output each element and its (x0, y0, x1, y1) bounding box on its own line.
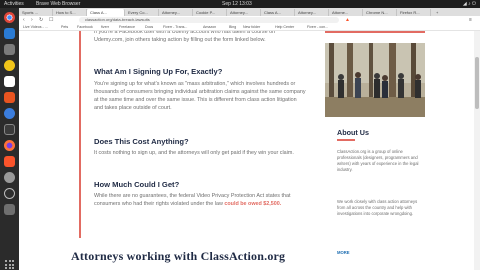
tab[interactable]: Cookie P... (193, 9, 227, 16)
dock (0, 8, 19, 270)
bookmark-item[interactable]: Amazon (203, 25, 216, 30)
bookmark-item[interactable]: Fiverr - con... (307, 25, 328, 30)
sidebar: About Us ClassAction.org is a group of o… (325, 31, 425, 270)
writer-icon[interactable] (4, 76, 15, 87)
section-body: While there are no guarantees, the feder… (94, 192, 306, 208)
bookmarks-bar: Live Videos - ... Pets Facebook fiverr F… (19, 24, 480, 31)
url-text: classaction.org/data-breach-lawsuits (85, 17, 150, 22)
brave-icon[interactable] (4, 156, 15, 167)
section-heading: How Much Could I Get? (94, 180, 180, 189)
bookmark-item[interactable]: Docs (145, 25, 153, 30)
app-menu[interactable]: Brave Web Browser (36, 0, 80, 8)
tab[interactable]: Class A... (261, 9, 295, 16)
section-heading: Does This Cost Anything? (94, 137, 189, 146)
bookmark-icon[interactable]: ☐ (49, 17, 53, 23)
os-top-bar: Activities Brave Web Browser Sep 12 13:0… (0, 0, 480, 8)
tab-bar: Sports ... How to S... Class A... Every … (19, 8, 480, 16)
section-subtitle-cropped (71, 264, 301, 270)
show-applications-icon[interactable] (5, 260, 14, 269)
tab[interactable]: Firefox R... (397, 9, 431, 16)
bookmark-item[interactable]: fiverr (101, 25, 109, 30)
page-scrollbar[interactable] (474, 31, 480, 270)
intro-paragraph: If you're a Facebook user with a Udemy a… (94, 31, 276, 43)
rhythmbox-icon[interactable] (4, 60, 15, 71)
terminal-icon[interactable] (4, 124, 15, 135)
tab[interactable]: Chrome N... (363, 9, 397, 16)
clock[interactable]: Sep 12 13:03 (222, 0, 252, 8)
bookmark-item[interactable]: Freelance (119, 25, 135, 30)
about-heading: About Us (337, 128, 369, 137)
help-icon[interactable] (4, 108, 15, 119)
tab-active[interactable]: Class A... (87, 9, 125, 16)
highlighted-amount: could be owed $2,500. (224, 201, 282, 207)
article-block: If you're a Facebook user with a Udemy a… (79, 31, 307, 238)
team-photo (325, 43, 425, 117)
browser-toolbar: ‹ › ↻ ☐ classaction.org/data-breach-laws… (19, 16, 480, 24)
settings-icon[interactable] (4, 172, 15, 183)
tab[interactable]: Attorney... (227, 9, 261, 16)
about-paragraph: ClassAction.org is a group of online pro… (337, 149, 419, 173)
about-paragraph: We work closely with class action attorn… (337, 199, 418, 217)
section-body: You're signing up for what's known as "m… (94, 81, 306, 111)
brave-shields-icon[interactable]: ▲ (345, 17, 350, 23)
bookmark-item[interactable]: Live Videos - ... (23, 25, 48, 30)
bookmark-item[interactable]: Fiverr - Trans... (163, 25, 187, 30)
attorneys-section-title: Attorneys working with ClassAction.org (71, 249, 286, 263)
bookmark-item[interactable]: Help Center (275, 25, 294, 30)
vscode-icon[interactable] (4, 28, 15, 39)
media-player-icon[interactable] (4, 188, 15, 199)
files-icon[interactable] (4, 44, 15, 55)
tab[interactable]: How to S... (53, 9, 87, 16)
software-center-icon[interactable] (4, 92, 15, 103)
new-tab-button[interactable]: + (433, 9, 443, 16)
scrollbar-thumb[interactable] (475, 57, 479, 109)
bookmark-item[interactable]: Pets (61, 25, 68, 30)
tab[interactable]: Attorney... (159, 9, 193, 16)
section-heading: What Am I Signing Up For, Exactly? (94, 67, 223, 76)
bookmark-item[interactable]: Bing (229, 25, 236, 30)
section-body: It costs nothing to sign up, and the att… (94, 150, 294, 156)
page-viewport: If you're a Facebook user with a Udemy a… (19, 31, 480, 270)
back-icon[interactable]: ‹ (23, 17, 25, 23)
chrome-icon[interactable] (4, 12, 15, 23)
about-underline (337, 139, 355, 141)
tab[interactable]: Attorne... (329, 9, 363, 16)
tab[interactable]: Sports ... (19, 9, 53, 16)
forward-icon[interactable]: › (31, 17, 33, 23)
trash-icon[interactable] (4, 204, 15, 215)
menu-icon[interactable]: ≡ (469, 17, 472, 23)
address-bar[interactable]: classaction.org/data-breach-lawsuits (79, 17, 339, 23)
system-tray[interactable]: ◢ ♪ ⏻ (463, 0, 476, 8)
activities-button[interactable]: Activities (4, 0, 24, 8)
reload-icon[interactable]: ↻ (39, 17, 43, 23)
bookmark-item[interactable]: Facebook (77, 25, 93, 30)
tab[interactable]: Every Co... (125, 9, 159, 16)
sidebar-top-bar (325, 31, 425, 43)
firefox-icon[interactable] (4, 140, 15, 151)
bookmark-item[interactable]: New folder (243, 25, 260, 30)
tab[interactable]: Attorney... (295, 9, 329, 16)
more-link[interactable]: MORE (337, 250, 350, 255)
